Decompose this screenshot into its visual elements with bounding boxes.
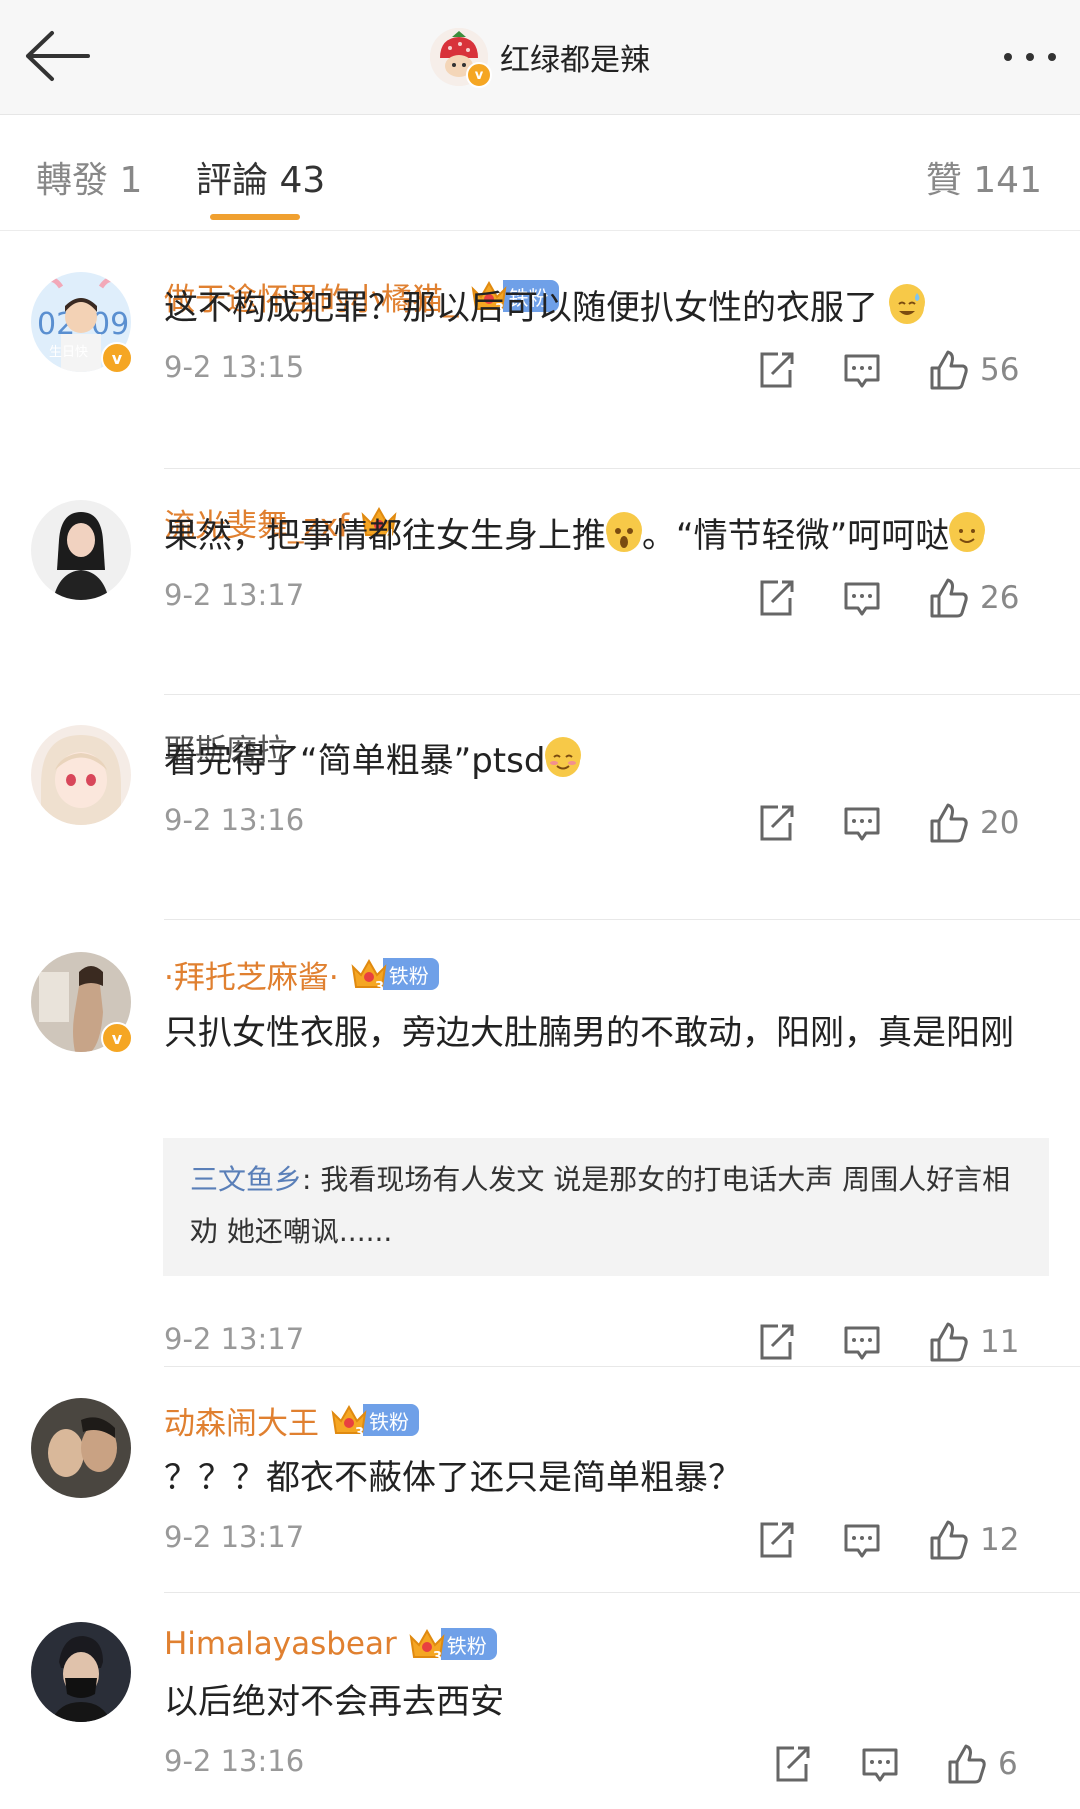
thumbs-up-icon: [948, 1744, 986, 1784]
comment-time: 9-2 13:17: [164, 1322, 305, 1356]
comment-time: 9-2 13:15: [164, 350, 305, 384]
svg-text:生日快: 生日快: [49, 345, 88, 360]
thumbs-up-icon: [930, 350, 968, 390]
thumbs-up-icon: [930, 1520, 968, 1560]
avatar[interactable]: 02 09 生日快 v: [31, 272, 133, 374]
fan-badge-label: 铁粉: [382, 958, 439, 990]
like-count: 26: [980, 580, 1020, 616]
reply-username[interactable]: 三文鱼乡: [190, 1163, 302, 1196]
reply-icon[interactable]: [840, 798, 884, 848]
comment-actions: 20: [740, 798, 1050, 848]
avatar[interactable]: [31, 1398, 131, 1498]
more-options-icon[interactable]: [976, 40, 1056, 74]
comment-time: 9-2 13:17: [164, 578, 305, 612]
avatar[interactable]: [31, 1622, 131, 1722]
repost-icon[interactable]: [754, 1515, 798, 1565]
blush-emoji-icon: [545, 737, 582, 777]
crown-icon: 3: [351, 958, 387, 993]
svg-text:3: 3: [355, 1426, 364, 1439]
comment-item: 耶斯磨拉 看完得了“简单粗暴”ptsd 9-2 13:16 20: [0, 695, 1080, 927]
like-count: 56: [980, 352, 1020, 388]
avatar[interactable]: [31, 500, 131, 600]
like-count: 6: [998, 1746, 1018, 1782]
verified-badge-icon: v: [101, 342, 133, 374]
thumbs-up-icon: [930, 1322, 968, 1362]
top-bar: v 红绿都是辣: [0, 0, 1080, 115]
tab-comments[interactable]: 評論 43: [196, 151, 325, 203]
avatar[interactable]: v: [31, 952, 133, 1054]
comment-text: ？？？都衣不蔽体了还只是简单粗暴？: [164, 1458, 742, 1498]
repost-icon[interactable]: [754, 345, 798, 395]
sweat-smile-emoji-icon: [888, 284, 925, 324]
tab-bar: 轉發 1 評論 43 贊 141: [0, 115, 1080, 231]
comment-text: 这不构成犯罪？那以后可以随便扒女性的衣服了: [164, 278, 1044, 338]
svg-text:3: 3: [433, 1650, 442, 1663]
like-button[interactable]: 6: [944, 1739, 1018, 1789]
divider: [164, 468, 1080, 469]
crown-icon: 3: [331, 1404, 367, 1439]
repost-icon[interactable]: [754, 798, 798, 848]
comment-time: 9-2 13:17: [164, 1520, 305, 1554]
like-count: 11: [980, 1324, 1020, 1360]
like-button[interactable]: 20: [926, 798, 1019, 848]
reply-icon[interactable]: [858, 1739, 902, 1789]
svg-text:3: 3: [375, 980, 384, 993]
comment-text: 看完得了“简单粗暴”ptsd: [164, 731, 1044, 791]
reply-icon[interactable]: [840, 1317, 884, 1367]
reply-icon[interactable]: [840, 1515, 884, 1565]
quoted-reply[interactable]: 三文鱼乡: 我看现场有人发文 说是那女的打电话大声 周围人好言相劝 她还嘲讽..…: [163, 1138, 1049, 1276]
comment-time: 9-2 13:16: [164, 803, 305, 837]
like-button[interactable]: 26: [926, 573, 1019, 623]
smile-emoji-icon: [949, 512, 986, 552]
verified-badge-icon: v: [101, 1022, 133, 1054]
username[interactable]: Himalayasbear: [164, 1626, 397, 1662]
thumbs-up-icon: [930, 578, 968, 618]
thumbs-up-icon: [930, 803, 968, 843]
verified-badge-icon: v: [466, 62, 492, 88]
repost-icon[interactable]: [754, 1317, 798, 1367]
header-title: 红绿都是辣: [500, 43, 650, 78]
comment-actions: 6: [740, 1739, 1050, 1789]
comment-item: 02 09 生日快 v 做于途怀里的小橘猫_ 3 铁粉 这不构成犯罪？那以后可以…: [0, 230, 1080, 470]
comment-item: 动森闹大王 3 铁粉 ？？？都衣不蔽体了还只是简单粗暴？ 9-2 13:17 1…: [0, 1368, 1080, 1593]
like-button[interactable]: 56: [926, 345, 1019, 395]
header-avatar[interactable]: v: [430, 28, 492, 88]
reply-icon[interactable]: [840, 573, 884, 623]
shocked-emoji-icon: [606, 512, 642, 552]
like-button[interactable]: 11: [926, 1317, 1019, 1367]
repost-icon[interactable]: [754, 573, 798, 623]
fan-badge[interactable]: 3 铁粉: [407, 1626, 497, 1663]
comment-actions: 56: [740, 345, 1050, 395]
tab-likes[interactable]: 贊 141: [926, 151, 1042, 203]
tab-reposts[interactable]: 轉發 1: [36, 151, 142, 203]
reply-icon[interactable]: [840, 345, 884, 395]
username[interactable]: 动森闹大王: [164, 1398, 319, 1443]
like-button[interactable]: 12: [926, 1515, 1019, 1565]
avatar[interactable]: [31, 725, 131, 825]
comment-item: Himalayasbear 3 铁粉 以后绝对不会再去西安 9-2 13:16 …: [0, 1592, 1080, 1809]
comment-actions: 26: [740, 573, 1050, 623]
fan-badge-label: 铁粉: [440, 1628, 497, 1660]
comment-text: 以后绝对不会再去西安: [164, 1682, 504, 1722]
like-count: 20: [980, 805, 1020, 841]
comment-text: 只扒女性衣服，旁边大肚腩男的不敢动，阳刚，真是阳刚: [164, 1013, 1014, 1053]
fan-badge[interactable]: 3 铁粉: [329, 1402, 419, 1439]
fan-badge-label: 铁粉: [363, 1404, 419, 1436]
crown-icon: 3: [409, 1628, 445, 1663]
repost-icon[interactable]: [770, 1739, 814, 1789]
comment-item: v ·拜托芝麻酱· 3 铁粉 只扒女性衣服，旁边大肚腩男的不敢动，阳刚，真是阳刚…: [0, 920, 1080, 1368]
active-tab-indicator: [210, 214, 300, 220]
comment-time: 9-2 13:16: [164, 1744, 305, 1778]
comment-text: 果然，把事情都往女生身上推 。“情节轻微”呵呵哒: [164, 506, 1044, 566]
comment-actions: 12: [740, 1515, 1050, 1565]
fan-badge[interactable]: 3 铁粉: [349, 956, 439, 993]
like-count: 12: [980, 1522, 1020, 1558]
comment-item: 流光斐舞_zxf 4 果然，把事情都往女生身上推 。“情节轻微”呵呵哒 9-2 1…: [0, 470, 1080, 702]
divider: [164, 1366, 1080, 1367]
quoted-reply-text: 三文鱼乡: 我看现场有人发文 说是那女的打电话大声 周围人好言相劝 她还嘲讽..…: [190, 1163, 1011, 1248]
comment-actions: 11: [740, 1317, 1050, 1367]
username[interactable]: ·拜托芝麻酱·: [164, 952, 339, 997]
